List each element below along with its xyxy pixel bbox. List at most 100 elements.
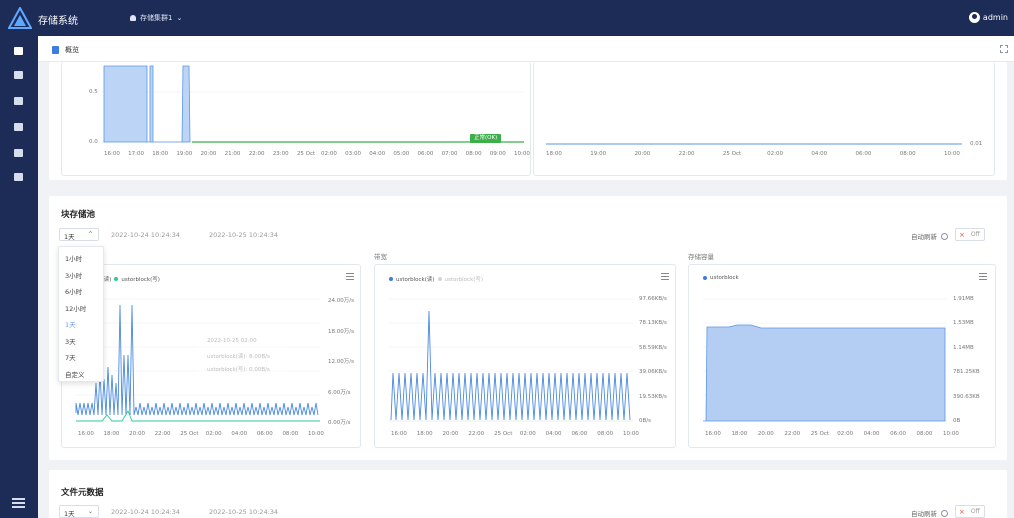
- tick-label: 20:00: [200, 151, 217, 157]
- tick-label: 12.00万/s: [328, 359, 354, 365]
- range-option[interactable]: 6小时: [65, 286, 82, 296]
- sidebar-item-monitor[interactable]: [13, 148, 24, 158]
- tick-label: 22:00: [784, 431, 801, 437]
- tooltip-line: ustorblock(读): 8.00B/s: [207, 354, 270, 360]
- tick-label: 1.14MB: [953, 344, 974, 351]
- logo-icon: [8, 7, 32, 29]
- tick-label: 04:00: [811, 151, 828, 157]
- tick-label: 18:00: [152, 151, 169, 157]
- range-select[interactable]: 1天 ^: [59, 228, 99, 241]
- tick-label: 02:00: [519, 431, 536, 437]
- auto-refresh: 自动刷新: [911, 508, 948, 518]
- chart-panel-bandwidth: ustorblock(读) ustorblock(写) 97.66KB/s 78.…: [374, 264, 676, 448]
- tick-label: 09:00: [489, 151, 506, 157]
- line-chart: [546, 143, 962, 145]
- sidebar: [0, 36, 38, 518]
- tick-label: 25 Oct: [810, 431, 830, 437]
- tick-label: 07:00: [441, 151, 458, 157]
- tick-label: 16:00: [78, 431, 94, 437]
- capacity-chart: [703, 298, 947, 422]
- menu-toggle-icon[interactable]: [12, 498, 25, 508]
- start-date[interactable]: 2022-10-24 10:24:34: [111, 231, 180, 239]
- host-icon: [14, 123, 23, 131]
- tick-label: 18:00: [103, 431, 120, 437]
- auto-refresh: 自动刷新: [911, 231, 948, 241]
- tick-label: 390.63KB: [953, 393, 980, 400]
- end-date[interactable]: 2022-10-25 10:24:34: [209, 231, 278, 239]
- tick-label: 02:00: [205, 431, 222, 437]
- status-chart: [102, 65, 524, 143]
- tick-label: 10:00: [943, 431, 959, 437]
- tick-label: 06:00: [571, 431, 588, 437]
- storage-icon: [14, 71, 23, 79]
- tooltip-line: ustorblock(写): 0.00B/s: [207, 367, 270, 373]
- end-date[interactable]: 2022-10-25 10:24:34: [209, 508, 278, 516]
- tick-label: 22:00: [468, 431, 485, 437]
- tick-label: 16:00: [391, 431, 407, 437]
- tick-label: 02:00: [321, 151, 337, 157]
- file-metadata-card: 文件元数据 1天 ⌄ 2022-10-24 10:24:34 2022-10-2…: [49, 470, 1007, 518]
- block-storage-card: 块存储池 1天 ^ 2022-10-24 10:24:34 2022-10-25…: [49, 196, 1007, 460]
- range-select[interactable]: 1天 ⌄: [59, 505, 99, 518]
- sidebar-item-host[interactable]: [13, 122, 24, 132]
- tick-label: 03:00: [345, 151, 362, 157]
- range-option[interactable]: 3天: [65, 336, 76, 346]
- cluster-selector[interactable]: 存储集群1 ⌄: [130, 13, 182, 23]
- volume-icon: [14, 97, 23, 105]
- tick-label: 18:00: [731, 431, 748, 437]
- range-option[interactable]: 7天: [65, 352, 76, 362]
- tick-label: 20:00: [634, 151, 651, 157]
- range-value: 1天: [64, 510, 75, 518]
- auto-refresh-switch[interactable]: × Off: [955, 228, 985, 241]
- user-menu[interactable]: admin: [968, 12, 1008, 23]
- app-title: 存储系统: [38, 16, 78, 27]
- tick-label: 20:00: [757, 431, 774, 437]
- tick-label: 20:00: [129, 431, 145, 437]
- tick-label: 20:00: [442, 431, 459, 437]
- top-card: 0.5 0.0 16:00 17:00 18:00 19:00 20:00 21:00 22…: [49, 62, 1007, 180]
- chart-title-capacity: 存储容量: [688, 253, 714, 261]
- tick-label: 04:00: [231, 431, 248, 437]
- range-option[interactable]: 12小时: [65, 303, 86, 313]
- tick-label: 10:00: [623, 431, 639, 437]
- close-icon: ×: [959, 507, 965, 516]
- tick-label: 22:00: [154, 431, 171, 437]
- start-date[interactable]: 2022-10-24 10:24:34: [111, 508, 180, 516]
- tooltip-title: 2022-10-25 02:00: [207, 338, 257, 344]
- range-option[interactable]: 1小时: [65, 253, 82, 263]
- tick-label: 6.00万/s: [328, 389, 351, 396]
- tick-label: 17:00: [128, 151, 144, 157]
- fullscreen-icon[interactable]: [1000, 45, 1008, 53]
- tick-label: 04:00: [545, 431, 562, 437]
- chart-panel-right: 0.01 18:00 19:00 20:00 22:00 25 Oct 02:00 04:0…: [533, 62, 995, 176]
- chevron-down-icon: ⌄: [176, 14, 183, 22]
- range-dropdown: 1小时 3小时 6小时 12小时 1天 3天 7天自定义: [58, 246, 104, 382]
- tick-label: 08:00: [916, 431, 933, 437]
- section-title: 文件元数据: [61, 488, 104, 498]
- person-icon: [130, 15, 136, 21]
- auto-refresh-switch[interactable]: × Off: [955, 505, 985, 518]
- range-option[interactable]: 3小时: [65, 270, 82, 280]
- auto-refresh-label: 自动刷新: [911, 510, 937, 518]
- top-bar: 存储系统 存储集群1 ⌄ admin: [0, 0, 1014, 36]
- tab-bar: 概览: [38, 36, 1014, 62]
- section-title: 块存储池: [61, 210, 96, 220]
- tick-label: 0B/s: [639, 418, 651, 424]
- sidebar-item-volume[interactable]: [13, 96, 24, 106]
- sidebar-item-storage[interactable]: [13, 70, 24, 80]
- sidebar-item-log[interactable]: [13, 172, 24, 182]
- tick-label: 58.59KB/s: [639, 344, 667, 351]
- y-tick: 0.5: [89, 89, 98, 95]
- tick-label: 25 Oct: [296, 151, 316, 157]
- range-option[interactable]: 自定义: [65, 369, 85, 379]
- tick-label: 16:00: [705, 431, 721, 437]
- tick-label: 10:00: [308, 431, 324, 437]
- tick-label: 0.00万/s: [328, 420, 351, 426]
- tick-label: 10:00: [514, 151, 530, 157]
- chart-panel-capacity: ustorblock 1.91MB 1.53MB 1.14MB 781.25KB 390…: [688, 264, 996, 448]
- user-icon: [968, 12, 980, 23]
- range-option[interactable]: 1天: [65, 319, 76, 329]
- chevron-up-icon: ^: [87, 231, 93, 238]
- sidebar-item-dashboard[interactable]: [13, 46, 24, 56]
- tab-overview[interactable]: 概览: [52, 45, 79, 55]
